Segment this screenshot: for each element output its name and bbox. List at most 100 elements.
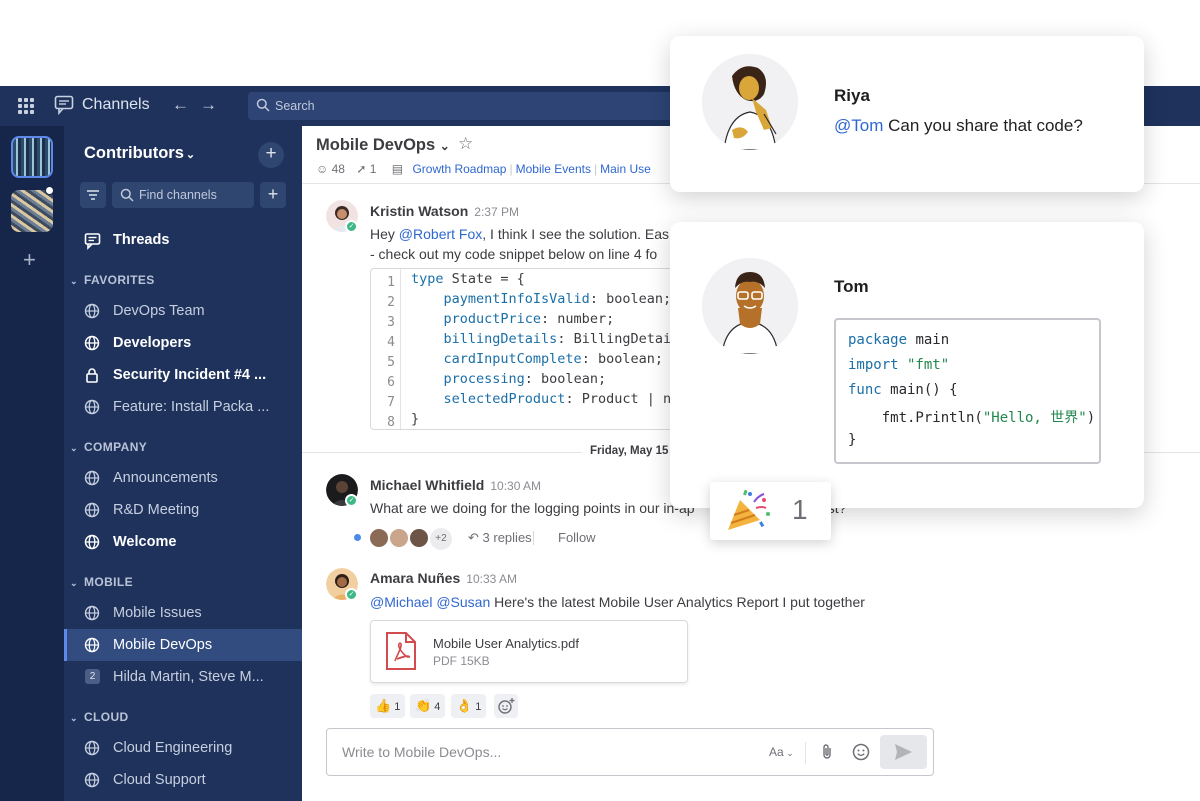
chevron-down-icon: ⌄ bbox=[439, 139, 450, 153]
channels-icon bbox=[54, 95, 74, 116]
sidebar-item-announcements[interactable]: Announcements bbox=[64, 462, 302, 494]
add-team-icon[interactable]: + bbox=[23, 249, 36, 271]
reaction-thumbs-up[interactable]: 👍 1 bbox=[370, 694, 406, 718]
message-time: 10:30 AM bbox=[490, 479, 542, 493]
category-cloud[interactable]: ⌄ CLOUD bbox=[70, 710, 129, 724]
online-status-icon: ✓ bbox=[345, 220, 358, 233]
sidebar-item-welcome[interactable]: Welcome bbox=[64, 526, 302, 558]
chevron-down-icon: ⌄ bbox=[70, 276, 78, 286]
sidebar-item-label: Mobile DevOps bbox=[113, 637, 213, 653]
chevron-down-icon: ⌄ bbox=[185, 149, 196, 161]
file-attachment[interactable]: Mobile User Analytics.pdf PDF 15KB bbox=[370, 620, 688, 683]
channel-name-menu[interactable]: Mobile DevOps ⌄ bbox=[316, 136, 450, 155]
unread-dot bbox=[354, 534, 361, 541]
message-text: What are we doing for the logging points… bbox=[370, 500, 695, 516]
globe-icon bbox=[84, 637, 100, 653]
code-line: processing: boolean; bbox=[411, 371, 607, 387]
code-line: package main bbox=[848, 332, 950, 348]
mention-link[interactable]: @Robert Fox bbox=[399, 226, 482, 242]
bookmark-main-use[interactable]: Main Use bbox=[600, 162, 651, 176]
find-channels-input[interactable]: Find channels bbox=[112, 182, 254, 208]
globe-icon bbox=[84, 399, 100, 415]
member-count[interactable]: 48 bbox=[332, 162, 345, 176]
mention-link[interactable]: @Susan bbox=[436, 594, 490, 610]
search-icon bbox=[256, 98, 270, 112]
sidebar-item-mobile-issues[interactable]: Mobile Issues bbox=[64, 597, 302, 629]
code-line: import "fmt" bbox=[848, 357, 950, 373]
team-icon-contributors[interactable] bbox=[11, 136, 53, 178]
sidebar-item-security-incident[interactable]: Security Incident #4 ... bbox=[64, 359, 302, 391]
globe-icon bbox=[84, 740, 100, 756]
pinned-count[interactable]: 1 bbox=[370, 162, 377, 176]
message-time: 10:33 AM bbox=[466, 572, 517, 586]
forward-arrow-icon[interactable]: → bbox=[200, 95, 217, 115]
sidebar-item-label: R&D Meeting bbox=[113, 502, 200, 518]
sidebar-item-group-dm[interactable]: 2 Hilda Martin, Steve M... bbox=[64, 661, 302, 693]
replies-link[interactable]: ↶ 3 replies bbox=[468, 530, 532, 546]
send-icon bbox=[895, 744, 912, 760]
new-message-button[interactable]: + bbox=[260, 182, 286, 208]
message-text: - check out my code snippet below on lin… bbox=[370, 246, 658, 262]
category-favorites[interactable]: ⌄ FAVORITES bbox=[70, 273, 155, 287]
send-button[interactable] bbox=[880, 735, 927, 769]
code-line: } bbox=[848, 432, 857, 448]
party-reaction-card[interactable]: 1 bbox=[710, 482, 831, 540]
search-input[interactable]: Search bbox=[248, 92, 728, 120]
attachment-icon[interactable] bbox=[817, 742, 837, 762]
online-status-icon: ✓ bbox=[345, 494, 358, 507]
search-icon bbox=[120, 188, 134, 202]
add-channel-button[interactable]: + bbox=[258, 142, 284, 168]
code-line: fmt.Println("Hello, 世界") bbox=[848, 410, 1096, 426]
sidebar-item-mobile-devops[interactable]: Mobile DevOps bbox=[64, 629, 302, 661]
back-arrow-icon[interactable]: ← bbox=[172, 95, 189, 115]
follow-button[interactable]: Follow bbox=[558, 530, 596, 545]
add-reaction-icon bbox=[498, 698, 515, 714]
bookmark-growth-roadmap[interactable]: Growth Roadmap bbox=[412, 162, 506, 176]
member-icon[interactable]: ☺ bbox=[316, 162, 328, 176]
chevron-down-icon: ⌄ bbox=[70, 443, 78, 453]
threads-icon bbox=[84, 233, 101, 250]
message-author[interactable]: Kristin Watson 2:37 PM bbox=[370, 203, 519, 219]
tom-message-card: Tom package main import "fmt" func main(… bbox=[670, 222, 1144, 508]
unread-indicator bbox=[45, 186, 54, 195]
sidebar-item-rd-meeting[interactable]: R&D Meeting bbox=[64, 494, 302, 526]
sidebar-item-label: Security Incident #4 ... bbox=[113, 367, 267, 383]
find-channels-placeholder: Find channels bbox=[139, 188, 217, 202]
sidebar-item-developers[interactable]: Developers bbox=[64, 327, 302, 359]
reaction-clap[interactable]: 👏 4 bbox=[410, 694, 446, 718]
code-line: productPrice: number; bbox=[411, 311, 615, 327]
message-author[interactable]: Michael Whitfield 10:30 AM bbox=[370, 477, 541, 493]
channel-sidebar: Contributors ⌄ + Find channels + Threads … bbox=[64, 126, 302, 801]
code-line: type State = { bbox=[411, 271, 525, 287]
formatting-button[interactable]: Aa ⌄ bbox=[769, 745, 794, 759]
category-company[interactable]: ⌄ COMPANY bbox=[70, 440, 147, 454]
message-composer[interactable]: Write to Mobile DevOps... Aa ⌄ bbox=[326, 728, 934, 776]
line-numbers: 1 2 3 4 5 6 7 8 bbox=[371, 269, 401, 429]
add-reaction-button[interactable] bbox=[494, 694, 518, 718]
mention-link[interactable]: @Michael bbox=[370, 594, 432, 610]
sidebar-item-feature-install[interactable]: Feature: Install Packa ... bbox=[64, 391, 302, 423]
globe-icon bbox=[84, 303, 100, 319]
sidebar-item-label: Developers bbox=[113, 335, 192, 351]
category-mobile[interactable]: ⌄ MOBILE bbox=[70, 575, 133, 589]
globe-icon bbox=[84, 502, 100, 518]
riya-name: Riya bbox=[834, 86, 870, 105]
message-author[interactable]: Amara Nuñes 10:33 AM bbox=[370, 570, 517, 586]
sidebar-item-label: Feature: Install Packa ... bbox=[113, 399, 270, 415]
team-name-menu[interactable]: Contributors ⌄ bbox=[84, 144, 195, 163]
sidebar-item-cloud-support[interactable]: Cloud Support bbox=[64, 764, 302, 796]
favorite-star-icon[interactable]: ☆ bbox=[458, 134, 473, 154]
sidebar-item-cloud-engineering[interactable]: Cloud Engineering bbox=[64, 732, 302, 764]
team-icon-other[interactable] bbox=[11, 190, 53, 232]
globe-icon bbox=[84, 772, 100, 788]
sidebar-item-devops-team[interactable]: DevOps Team bbox=[64, 295, 302, 327]
pin-icon[interactable]: ➚ bbox=[356, 162, 366, 176]
reaction-ok-hand[interactable]: 👌 1 bbox=[451, 694, 487, 718]
bookmark-mobile-events[interactable]: Mobile Events bbox=[516, 162, 591, 176]
product-menu-icon[interactable] bbox=[18, 98, 34, 114]
mention-link[interactable]: @Tom bbox=[834, 116, 883, 135]
filter-button[interactable] bbox=[80, 182, 106, 208]
chevron-down-icon: ⌄ bbox=[70, 713, 78, 723]
emoji-icon[interactable] bbox=[851, 742, 871, 762]
globe-icon bbox=[84, 605, 100, 621]
